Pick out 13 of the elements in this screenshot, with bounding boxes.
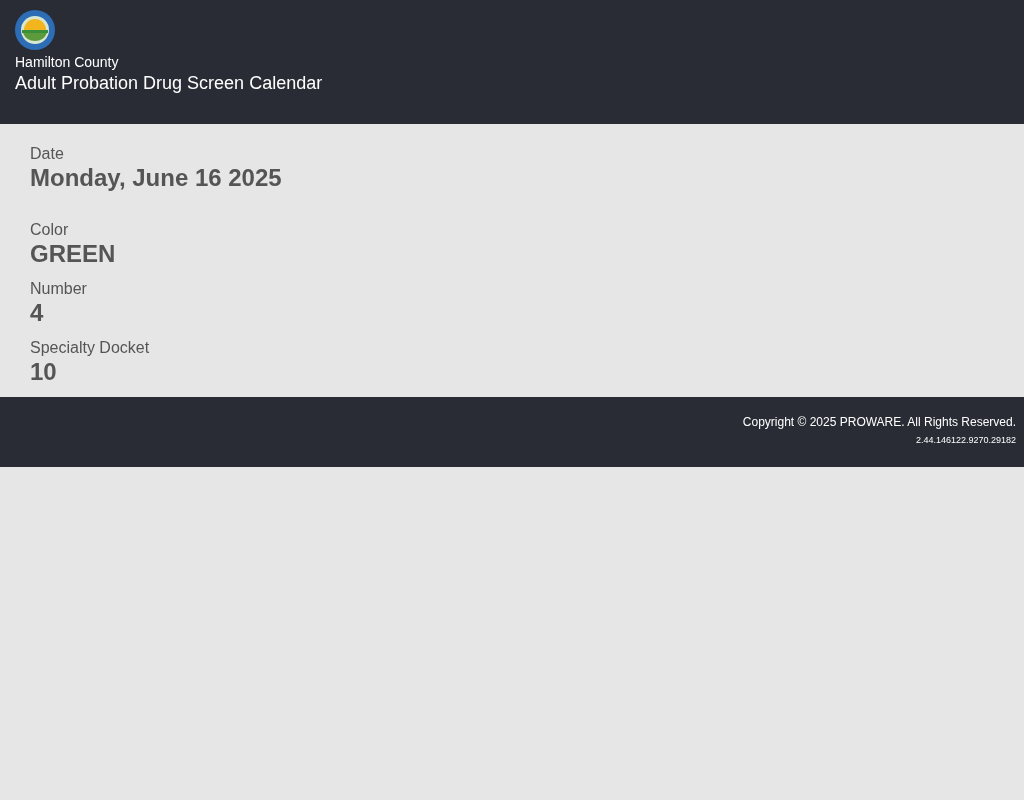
field-value: 10: [30, 357, 58, 387]
field-value: GREEN: [30, 239, 117, 269]
field-label: Specialty Docket: [30, 338, 151, 357]
page-title: Adult Probation Drug Screen Calendar: [15, 72, 324, 95]
field-value: 4: [30, 298, 45, 328]
county-name: Hamilton County: [15, 54, 120, 70]
field-value: Monday, June 16 2025: [30, 163, 283, 193]
seal-icon: [15, 10, 55, 50]
field-label: Date: [30, 144, 65, 163]
copyright-text: Copyright © 2025 PROWARE. All Rights Reserved.: [741, 414, 1016, 430]
field-label: Color: [30, 220, 70, 239]
field-label: Number: [30, 279, 88, 298]
version-text: 2.44.146122.9270.29182: [914, 435, 1016, 445]
